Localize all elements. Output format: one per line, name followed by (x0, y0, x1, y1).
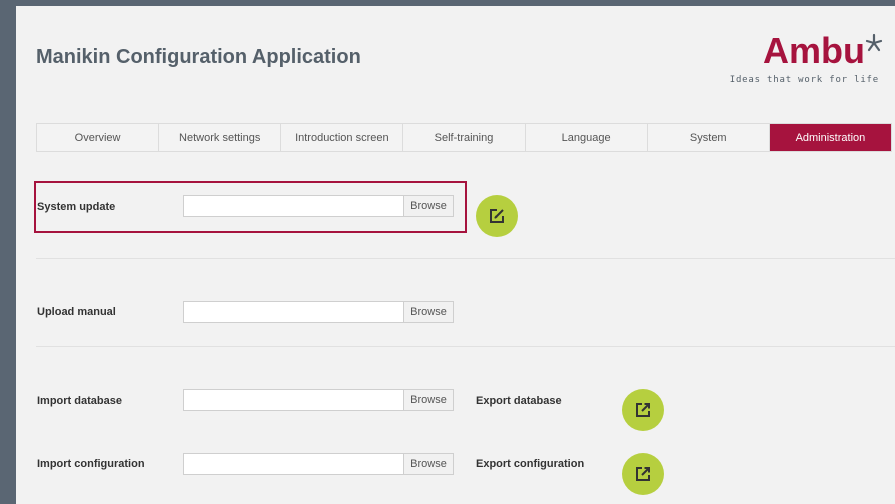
logo-tagline: Ideas that work for life (729, 75, 879, 85)
system-update-browse-button[interactable]: Browse (403, 196, 453, 216)
export-database-label: Export database (476, 395, 562, 407)
app-title: Manikin Configuration Application (36, 46, 361, 68)
app-window: Manikin Configuration Application Ambu I… (16, 6, 895, 504)
export-icon (636, 403, 650, 417)
upload-manual-field[interactable] (184, 302, 403, 322)
system-update-submit-button[interactable] (476, 195, 518, 237)
system-update-file-input[interactable]: Browse (183, 195, 454, 217)
logo-star-icon (865, 33, 883, 52)
tab-overview[interactable]: Overview (37, 124, 160, 151)
export-configuration-button[interactable] (622, 453, 664, 495)
tab-introduction-screen[interactable]: Introduction screen (281, 124, 404, 151)
export-configuration-label: Export configuration (476, 458, 585, 470)
section-divider (36, 346, 895, 347)
import-database-label: Import database (37, 395, 122, 407)
ambu-logo: Ambu Ideas that work for life (730, 30, 883, 87)
import-database-field[interactable] (184, 390, 403, 410)
tab-administration[interactable]: Administration (769, 124, 891, 151)
export-icon (636, 467, 650, 481)
import-configuration-file-input[interactable]: Browse (183, 453, 454, 475)
tab-network-settings[interactable]: Network settings (159, 124, 282, 151)
upload-manual-file-input[interactable]: Browse (183, 301, 454, 323)
system-update-label: System update (37, 201, 116, 213)
import-configuration-browse-button[interactable]: Browse (403, 454, 453, 474)
edit-icon (490, 209, 504, 223)
logo-wordmark: Ambu (763, 30, 865, 71)
tab-system[interactable]: System (648, 124, 770, 151)
import-configuration-label: Import configuration (37, 458, 145, 470)
tab-language[interactable]: Language (526, 124, 648, 151)
import-database-file-input[interactable]: Browse (183, 389, 454, 411)
upload-manual-browse-button[interactable]: Browse (403, 302, 453, 322)
import-configuration-field[interactable] (184, 454, 403, 474)
tab-bar: Overview Network settings Introduction s… (36, 123, 892, 152)
upload-manual-label: Upload manual (37, 306, 116, 318)
import-database-browse-button[interactable]: Browse (403, 390, 453, 410)
system-update-field[interactable] (184, 196, 403, 216)
export-database-button[interactable] (622, 389, 664, 431)
section-divider (36, 258, 895, 259)
tab-self-training[interactable]: Self-training (403, 124, 526, 151)
